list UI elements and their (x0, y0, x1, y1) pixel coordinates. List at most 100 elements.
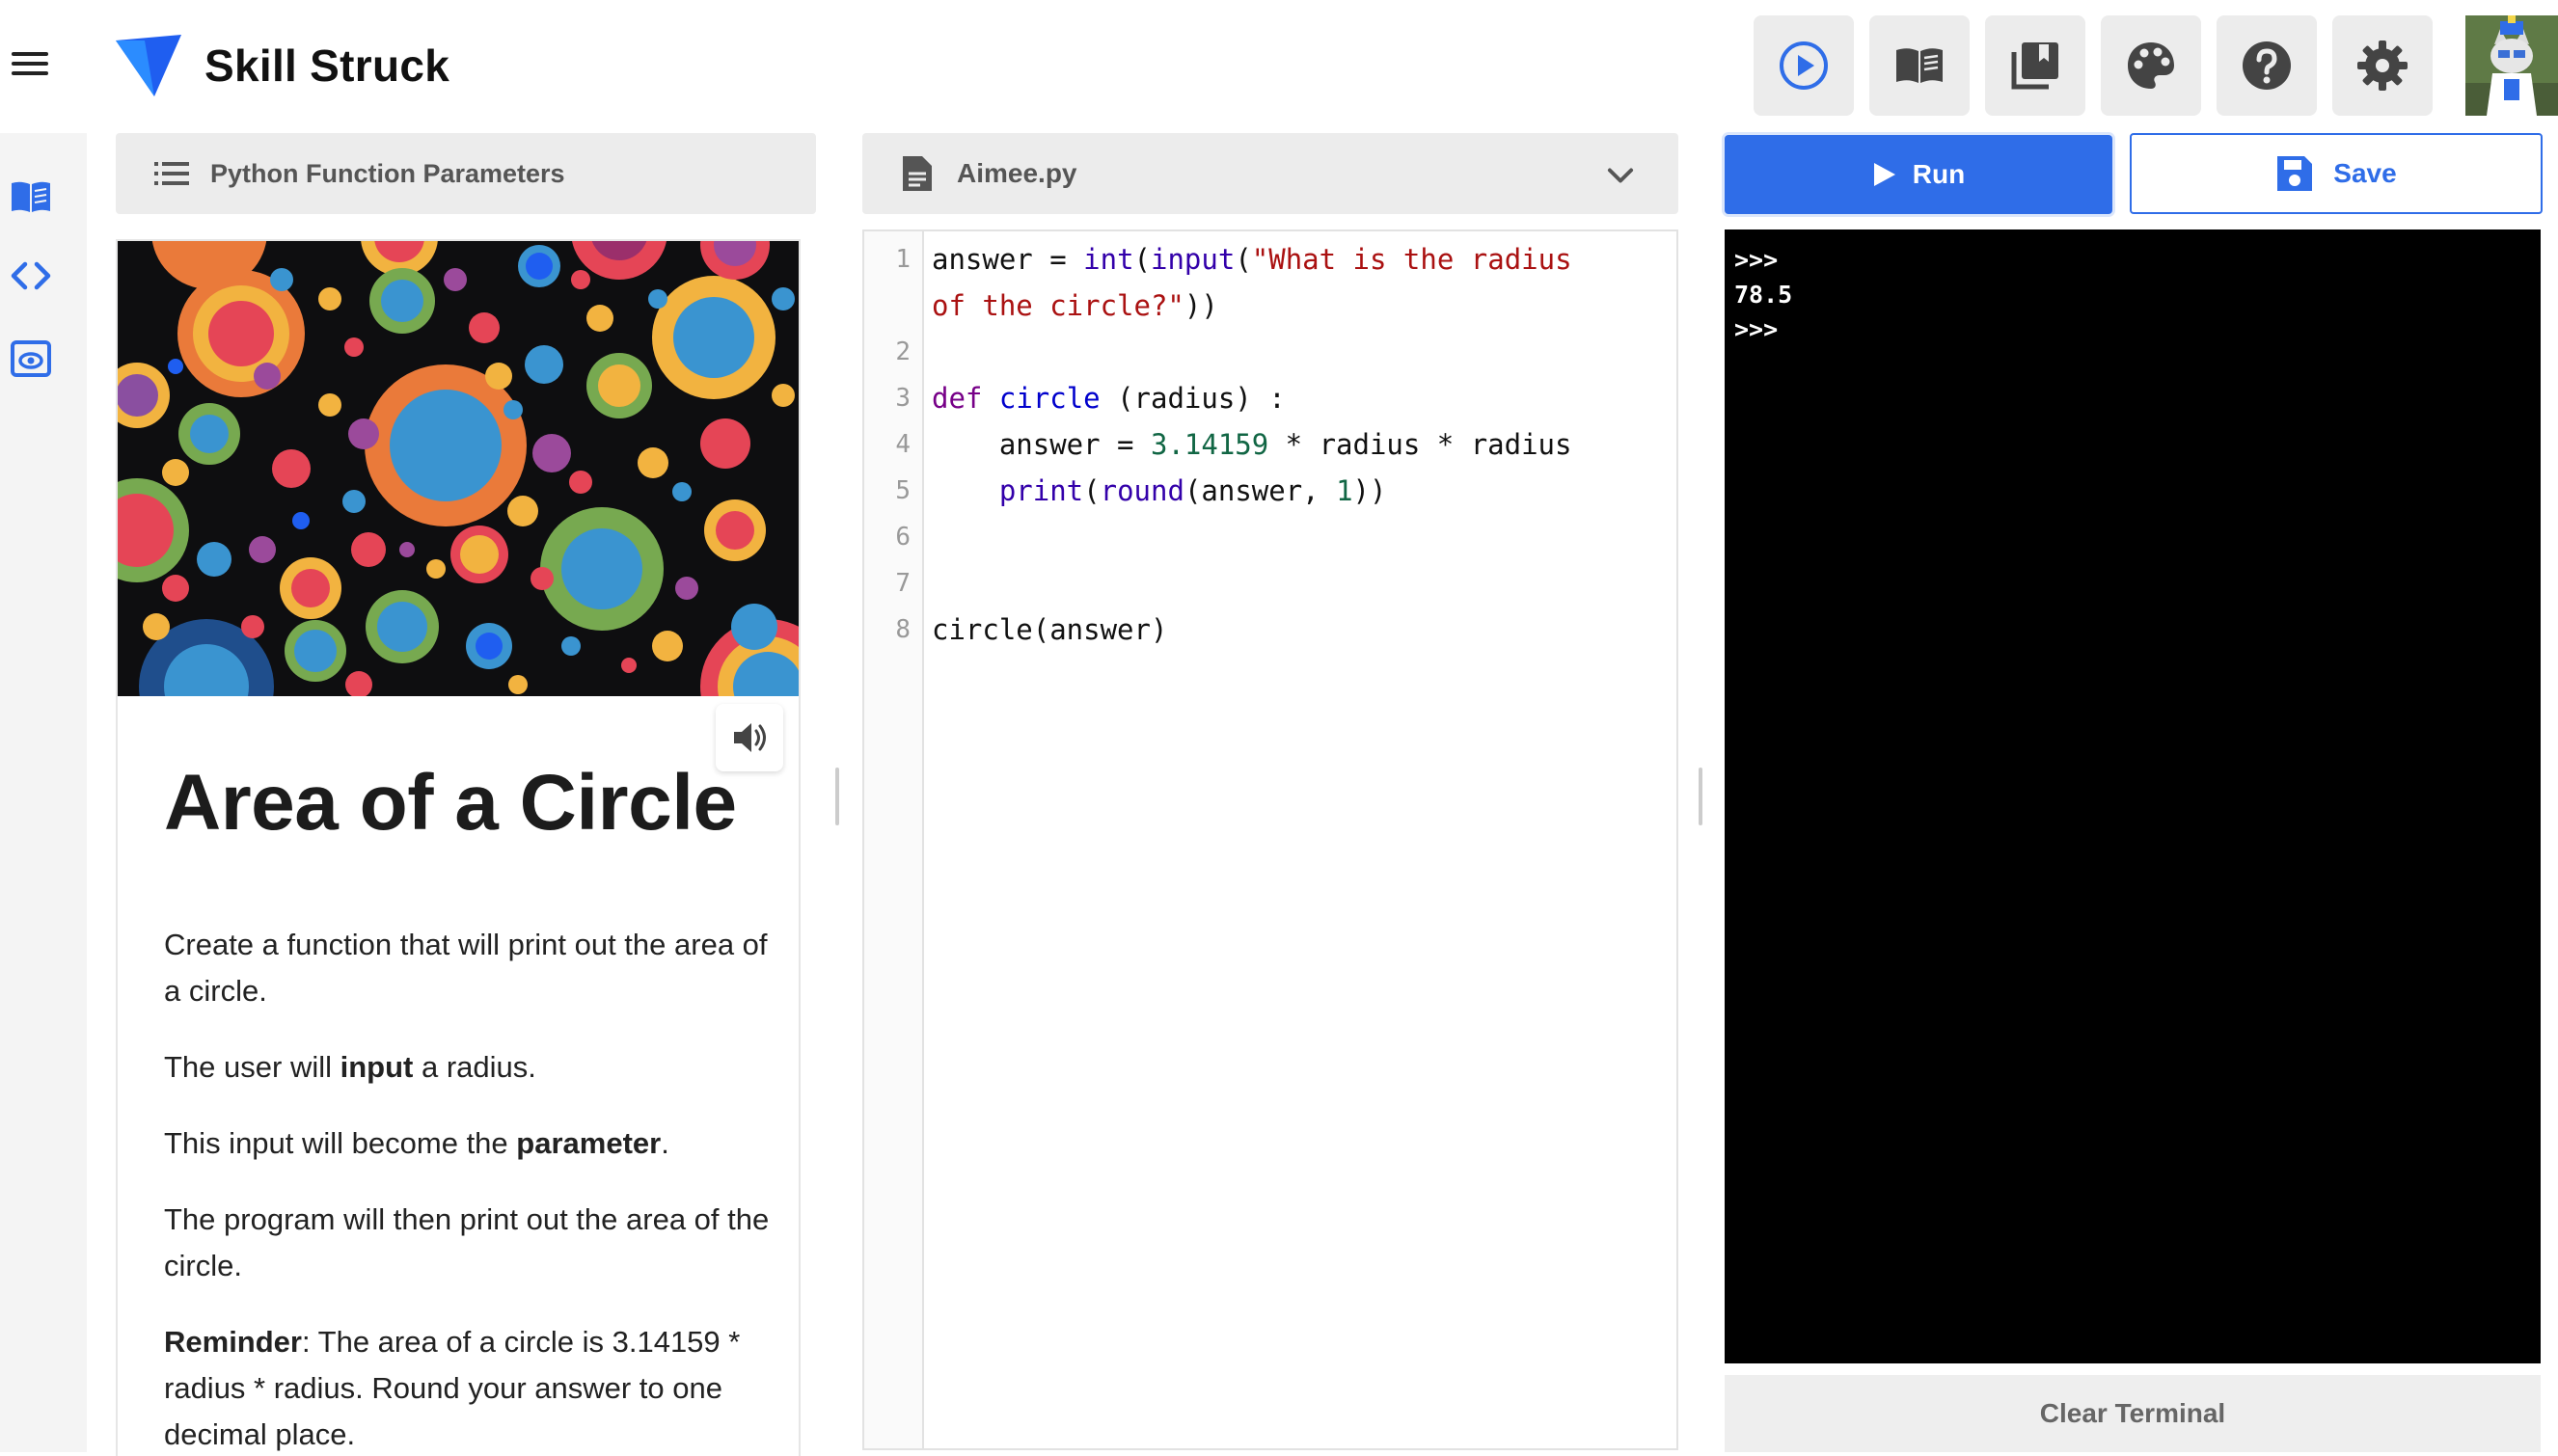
brand-name: Skill Struck (204, 40, 450, 91)
code-token: )) (1352, 474, 1387, 507)
terminal-output[interactable]: >>> 78.5 >>> (1725, 229, 2541, 1363)
bold-term-parameter: parameter (516, 1126, 662, 1160)
top-header: Skill Struck (0, 0, 2558, 131)
save-button-label: Save (2333, 158, 2397, 188)
code-icon (11, 261, 51, 290)
clear-terminal-button[interactable]: Clear Terminal (1725, 1375, 2541, 1452)
theme-button[interactable] (2101, 15, 2201, 116)
code-line-3: def circle (radius) : (932, 382, 1286, 415)
code-token: of the circle?" (932, 289, 1184, 322)
panel-splitter-right[interactable] (1699, 768, 1702, 825)
run-button-label: Run (1912, 159, 1966, 189)
code-token: ( (1133, 243, 1152, 276)
line-number: 5 (895, 476, 911, 505)
text-span: a radius. (413, 1050, 536, 1084)
code-token: "What is the radius (1251, 243, 1572, 276)
code-token: circle (998, 382, 1101, 415)
terminal-line: >>> (1734, 315, 1779, 343)
file-name: Aimee.py (957, 158, 1077, 188)
rail-lesson-button[interactable] (8, 174, 54, 220)
terminal-line: >>> (1734, 246, 1779, 274)
file-icon (903, 156, 932, 191)
code-token: input (1151, 243, 1236, 276)
code-editor[interactable]: 1 2 3 4 5 6 7 8 answer = int(input("What… (862, 229, 1678, 1450)
code-token: * radius * radius (1268, 428, 1572, 461)
code-token: ( (1235, 243, 1252, 276)
lesson-card: Area of a Circle Create a function that … (116, 239, 801, 1456)
line-number: 7 (895, 569, 911, 598)
lesson-paragraph: The program will then print out the area… (164, 1202, 770, 1282)
code-token: print (998, 474, 1084, 507)
speaker-icon (734, 723, 766, 752)
lesson-book-icon (12, 181, 50, 212)
lesson-paragraph: Reminder: The area of a circle is 3.1415… (164, 1319, 781, 1456)
user-avatar[interactable] (2465, 15, 2558, 116)
chevron-down-icon (1607, 168, 1634, 183)
code-token: 3.14159 (1150, 428, 1269, 461)
palette-icon (2128, 42, 2174, 89)
line-number: 3 (895, 384, 911, 413)
code-token: def (932, 382, 983, 415)
text-span: . (661, 1126, 669, 1160)
code-token: round (1100, 474, 1184, 507)
list-icon (154, 162, 189, 185)
lesson-header[interactable]: Python Function Parameters (116, 133, 816, 214)
settings-button[interactable] (2332, 15, 2433, 116)
play-circle-icon (1780, 41, 1828, 90)
play-icon (1873, 163, 1895, 186)
line-number: 6 (895, 523, 911, 552)
line-number: 8 (895, 615, 911, 644)
code-token: (radius) : (1100, 382, 1286, 415)
floppy-disk-icon (2277, 156, 2313, 191)
preview-eye-icon (11, 340, 51, 377)
code-token: )) (1184, 289, 1218, 322)
library-button[interactable] (1985, 15, 2085, 116)
code-line-5: print(round(answer, 1)) (932, 474, 1387, 507)
code-token: ( (1083, 474, 1101, 507)
hamburger-menu-icon[interactable] (12, 46, 50, 85)
brand[interactable]: Skill Struck (116, 35, 449, 96)
lesson-paragraph: This input will become the parameter. (164, 1120, 781, 1167)
cat-avatar-icon (2465, 15, 2558, 116)
rail-preview-button[interactable] (8, 336, 54, 382)
text-span: The user will (164, 1050, 340, 1084)
lesson-paragraph: The user will input a radius. (164, 1044, 781, 1091)
lesson-title: Python Function Parameters (210, 158, 565, 188)
code-token: 1 (1336, 474, 1353, 507)
code-token: answer (932, 243, 1033, 276)
code-token: answer = (932, 428, 1151, 461)
save-button[interactable]: Save (2130, 133, 2543, 214)
play-lesson-button[interactable] (1754, 15, 1854, 116)
line-number-gutter: 1 2 3 4 5 6 7 8 (864, 231, 924, 1448)
code-token: = (1032, 243, 1084, 276)
bold-term-reminder: Reminder (164, 1325, 302, 1359)
panel-splitter-left[interactable] (835, 768, 839, 825)
line-number: 1 (895, 245, 911, 274)
code-line-8: circle(answer) (932, 613, 1168, 646)
code-line-4: answer = 3.14159 * radius * radius (932, 428, 1572, 461)
code-line-1b: of the circle?")) (932, 289, 1218, 322)
polka-dot-circles-image (118, 241, 799, 696)
skill-struck-logo-icon (116, 35, 181, 96)
code-line-1a: answer = int(input("What is the radius (932, 243, 1572, 276)
help-button[interactable] (2217, 15, 2317, 116)
lesson-instructions: Create a function that will print out th… (164, 922, 781, 1456)
terminal-line: 78.5 (1734, 281, 1793, 309)
lesson-paragraph: Create a function that will print out th… (164, 928, 768, 1008)
line-number: 4 (895, 430, 911, 459)
file-selector[interactable]: Aimee.py (862, 133, 1678, 214)
run-button[interactable]: Run (1725, 135, 2112, 214)
left-rail (0, 133, 87, 1452)
lesson-heading: Area of a Circle (164, 759, 737, 847)
line-number: 2 (895, 337, 911, 366)
code-token: (answer, (1184, 474, 1337, 507)
help-icon (2243, 41, 2291, 90)
lesson-book-button[interactable] (1869, 15, 1970, 116)
rail-code-button[interactable] (8, 253, 54, 299)
bold-term-input: input (340, 1050, 414, 1084)
open-book-icon (1896, 48, 1943, 83)
lesson-hero-image (118, 241, 799, 696)
library-icon (2011, 42, 2058, 90)
